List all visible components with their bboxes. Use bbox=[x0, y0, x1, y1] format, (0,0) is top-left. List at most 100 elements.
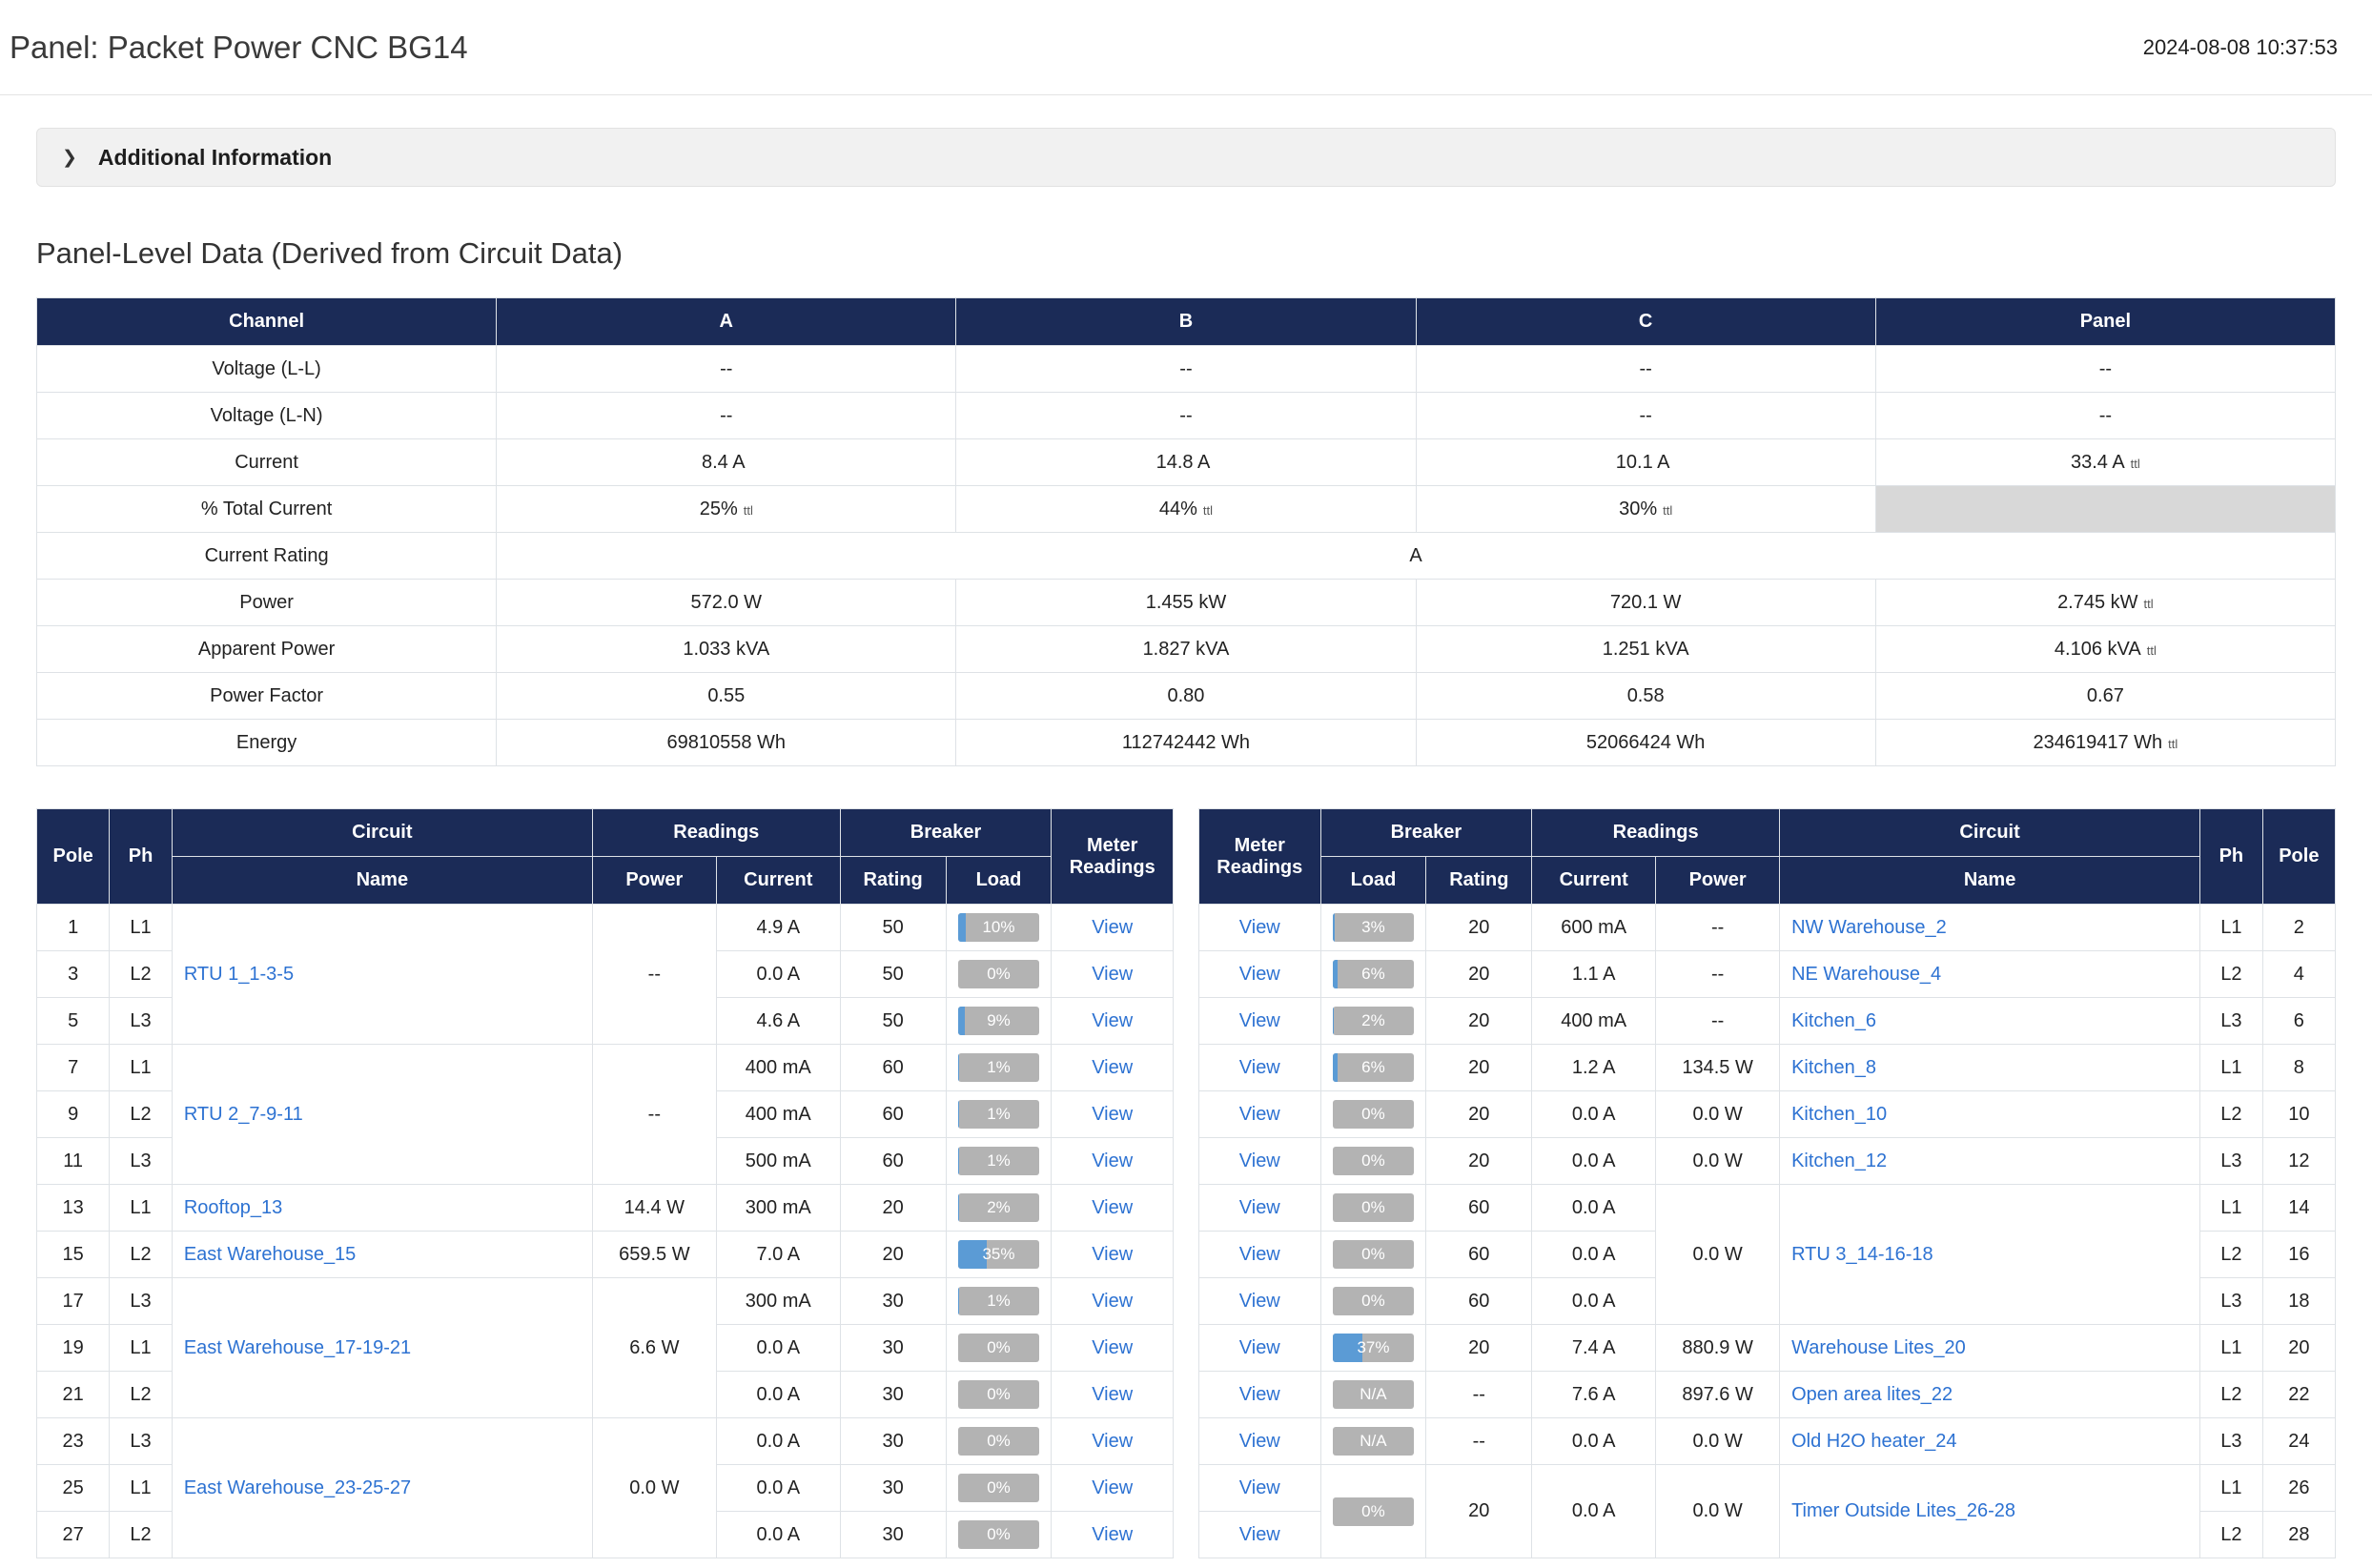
view-link[interactable]: View bbox=[1239, 1477, 1280, 1498]
ph-cell: L1 bbox=[2200, 1325, 2263, 1372]
view-link[interactable]: View bbox=[1092, 1010, 1133, 1031]
meter-readings-cell: View bbox=[1052, 1138, 1174, 1185]
view-link[interactable]: View bbox=[1239, 1337, 1280, 1358]
view-link[interactable]: View bbox=[1239, 964, 1280, 985]
view-link[interactable]: View bbox=[1092, 1384, 1133, 1405]
meter-readings-cell: View bbox=[1199, 905, 1321, 951]
view-link[interactable]: View bbox=[1092, 1431, 1133, 1452]
breaker-load-cell: N/A bbox=[1320, 1418, 1426, 1465]
circuit-link[interactable]: RTU 2_7-9-11 bbox=[184, 1104, 303, 1125]
view-link[interactable]: View bbox=[1239, 917, 1280, 938]
meter-readings-cell: View bbox=[1052, 1512, 1174, 1558]
view-link[interactable]: View bbox=[1092, 1244, 1133, 1265]
power-cell: -- bbox=[592, 1045, 716, 1185]
circuit-link[interactable]: Kitchen_6 bbox=[1791, 1010, 1876, 1031]
circuit-name-cell: Kitchen_10 bbox=[1780, 1091, 2200, 1138]
col-header-rating: Rating bbox=[1426, 857, 1532, 905]
view-link[interactable]: View bbox=[1239, 1431, 1280, 1452]
value-cell: 10.1 A bbox=[1416, 439, 1875, 486]
circuit-link[interactable]: East Warehouse_23-25-27 bbox=[184, 1477, 411, 1498]
circuit-link[interactable]: Kitchen_8 bbox=[1791, 1057, 1876, 1078]
page-title: Panel: Packet Power CNC BG14 bbox=[10, 30, 468, 66]
circuit-link[interactable]: RTU 3_14-16-18 bbox=[1791, 1244, 1933, 1265]
view-link[interactable]: View bbox=[1239, 1057, 1280, 1078]
col-header-ph: Ph bbox=[110, 809, 173, 905]
view-link[interactable]: View bbox=[1092, 1524, 1133, 1545]
circuit-link[interactable]: Timer Outside Lites_26-28 bbox=[1791, 1500, 2015, 1521]
table-row: 23L3East Warehouse_23-25-270.0 W0.0 A300… bbox=[37, 1418, 1174, 1465]
value-cell: 0.80 bbox=[956, 673, 1416, 720]
view-link[interactable]: View bbox=[1239, 1524, 1280, 1545]
breaker-load-cell: 0% bbox=[1320, 1091, 1426, 1138]
circuit-link[interactable]: Rooftop_13 bbox=[184, 1197, 282, 1218]
circuit-link[interactable]: East Warehouse_17-19-21 bbox=[184, 1337, 411, 1358]
col-header-power: Power bbox=[1656, 857, 1780, 905]
load-bar: 2% bbox=[958, 1193, 1040, 1222]
rating-cell: 60 bbox=[1426, 1185, 1532, 1232]
view-link[interactable]: View bbox=[1092, 1057, 1133, 1078]
current-cell: 7.6 A bbox=[1532, 1372, 1656, 1418]
ph-cell: L3 bbox=[2200, 1278, 2263, 1325]
circuit-tables-container: Pole Ph Circuit Readings Breaker Meter R… bbox=[36, 808, 2336, 1568]
ph-cell: L2 bbox=[110, 1512, 173, 1558]
view-link[interactable]: View bbox=[1239, 1197, 1280, 1218]
col-header-c: C bbox=[1416, 298, 1875, 346]
view-link[interactable]: View bbox=[1239, 1384, 1280, 1405]
view-link[interactable]: View bbox=[1092, 1104, 1133, 1125]
value-cell: 25%ttl bbox=[497, 486, 956, 533]
row-label: Power bbox=[37, 580, 497, 626]
load-bar-label: 3% bbox=[1333, 913, 1415, 942]
rating-cell: 50 bbox=[840, 998, 946, 1045]
value-cell: -- bbox=[956, 393, 1416, 439]
view-link[interactable]: View bbox=[1239, 1244, 1280, 1265]
additional-information-accordion[interactable]: ❯ Additional Information bbox=[36, 128, 2336, 187]
col-header-circuit: Circuit bbox=[1780, 809, 2200, 857]
rating-cell: 50 bbox=[840, 951, 946, 998]
circuit-link[interactable]: East Warehouse_15 bbox=[184, 1244, 356, 1265]
circuit-link[interactable]: RTU 1_1-3-5 bbox=[184, 964, 294, 985]
ph-cell: L3 bbox=[2200, 1418, 2263, 1465]
meter-readings-cell: View bbox=[1199, 1465, 1321, 1512]
view-link[interactable]: View bbox=[1239, 1151, 1280, 1171]
table-row: % Total Current 25%ttl 44%ttl 30%ttl bbox=[37, 486, 2336, 533]
right-circuit-table: Meter Readings Breaker Readings Circuit … bbox=[1198, 808, 2336, 1558]
load-bar-label: 1% bbox=[958, 1053, 1040, 1082]
breaker-load-cell: 0% bbox=[1320, 1138, 1426, 1185]
ph-cell: L3 bbox=[110, 1418, 173, 1465]
panel-table-header-row: Channel A B C Panel bbox=[37, 298, 2336, 346]
circuit-link[interactable]: Kitchen_12 bbox=[1791, 1151, 1887, 1171]
view-link[interactable]: View bbox=[1092, 917, 1133, 938]
load-bar-label: 37% bbox=[1333, 1334, 1415, 1362]
breaker-load-cell: 2% bbox=[1320, 998, 1426, 1045]
view-link[interactable]: View bbox=[1092, 1197, 1133, 1218]
view-link[interactable]: View bbox=[1239, 1104, 1280, 1125]
power-cell: -- bbox=[592, 905, 716, 1045]
view-link[interactable]: View bbox=[1092, 964, 1133, 985]
load-bar-label: 0% bbox=[958, 1520, 1040, 1549]
pole-cell: 28 bbox=[2262, 1512, 2335, 1558]
rating-cell: 60 bbox=[840, 1138, 946, 1185]
circuit-link[interactable]: Open area lites_22 bbox=[1791, 1384, 1953, 1405]
chevron-right-icon: ❯ bbox=[62, 149, 77, 167]
value-cell: 1.251 kVA bbox=[1416, 626, 1875, 673]
meter-readings-cell: View bbox=[1199, 1512, 1321, 1558]
current-cell: 0.0 A bbox=[1532, 1465, 1656, 1558]
ph-cell: L2 bbox=[2200, 1232, 2263, 1278]
circuit-link[interactable]: Kitchen_10 bbox=[1791, 1104, 1887, 1125]
view-link[interactable]: View bbox=[1092, 1337, 1133, 1358]
current-cell: 400 mA bbox=[716, 1091, 840, 1138]
ph-cell: L2 bbox=[2200, 1372, 2263, 1418]
current-cell: 0.0 A bbox=[1532, 1232, 1656, 1278]
circuit-link[interactable]: Warehouse Lites_20 bbox=[1791, 1337, 1966, 1358]
view-link[interactable]: View bbox=[1239, 1291, 1280, 1312]
rating-cell: -- bbox=[1426, 1372, 1532, 1418]
view-link[interactable]: View bbox=[1092, 1291, 1133, 1312]
load-bar: 0% bbox=[1333, 1193, 1415, 1222]
circuit-link[interactable]: NE Warehouse_4 bbox=[1791, 964, 1941, 985]
circuit-link[interactable]: NW Warehouse_2 bbox=[1791, 917, 1947, 938]
view-link[interactable]: View bbox=[1239, 1010, 1280, 1031]
view-link[interactable]: View bbox=[1092, 1151, 1133, 1171]
pole-cell: 9 bbox=[37, 1091, 110, 1138]
circuit-link[interactable]: Old H2O heater_24 bbox=[1791, 1431, 1956, 1452]
view-link[interactable]: View bbox=[1092, 1477, 1133, 1498]
